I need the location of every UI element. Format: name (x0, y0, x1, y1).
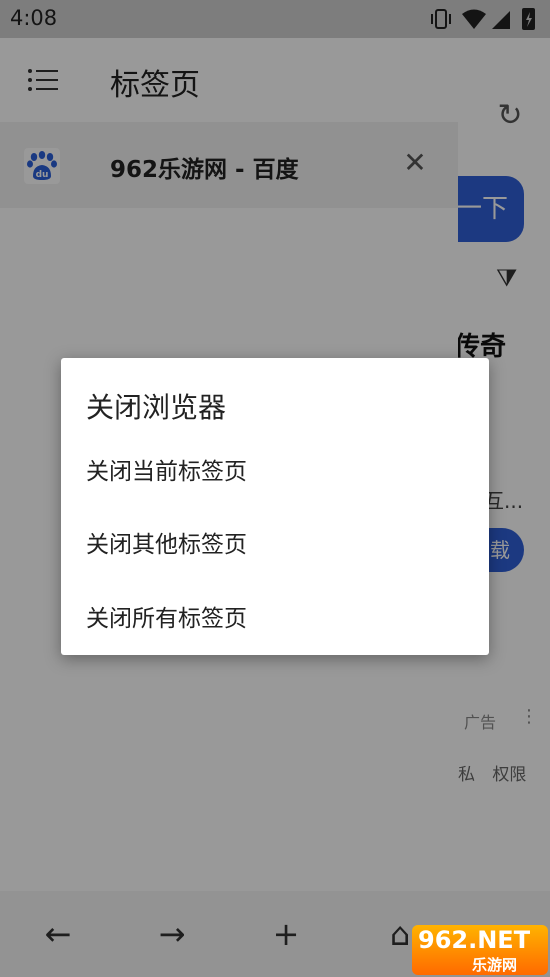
close-other-tabs-option[interactable]: 关闭其他标签页 (86, 525, 476, 565)
watermark-bottom-text: 乐游网 (472, 956, 518, 974)
dialog-title: 关闭浏览器 (86, 391, 227, 424)
watermark-logo: 962.NET 乐游网 (412, 925, 548, 975)
watermark-top-text: 962.NET (418, 926, 531, 954)
close-browser-dialog: 关闭浏览器 关闭当前标签页 关闭其他标签页 关闭所有标签页 (61, 358, 489, 655)
close-current-tab-option[interactable]: 关闭当前标签页 (86, 452, 476, 492)
close-all-tabs-option[interactable]: 关闭所有标签页 (86, 599, 476, 639)
